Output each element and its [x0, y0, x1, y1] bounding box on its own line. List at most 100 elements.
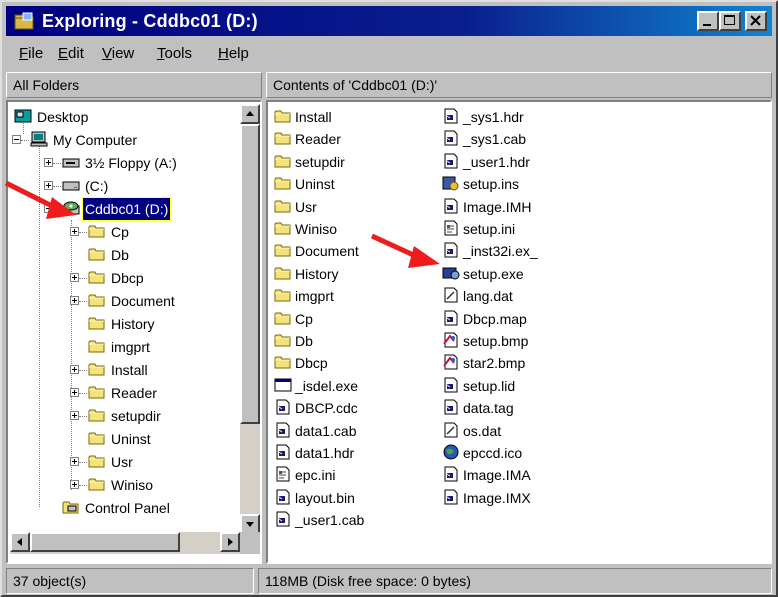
file-item[interactable]: Dbcp.map: [442, 308, 602, 330]
file-item[interactable]: epccd.ico: [442, 442, 602, 464]
file-item[interactable]: imgprt: [274, 285, 434, 307]
file-name: layout.bin: [295, 489, 355, 506]
file-item[interactable]: os.dat: [442, 420, 602, 442]
tree-item[interactable]: Uninst: [8, 428, 236, 450]
tree-item-label: Reader: [111, 385, 157, 401]
expand-plus-icon[interactable]: [70, 227, 79, 236]
file-item[interactable]: layout.bin: [274, 487, 434, 509]
menu-tools[interactable]: Tools: [157, 45, 192, 62]
expand-plus-icon[interactable]: [70, 480, 79, 489]
file-name: data.tag: [463, 400, 514, 417]
close-button[interactable]: [745, 11, 767, 31]
tree-item[interactable]: Reader: [8, 382, 236, 404]
scroll-right-button[interactable]: [220, 532, 240, 552]
file-name: Document: [295, 243, 359, 260]
file-item[interactable]: setup.bmp: [442, 330, 602, 352]
file-item[interactable]: data.tag: [442, 397, 602, 419]
tree-item[interactable]: Desktop: [8, 106, 236, 128]
tree-item[interactable]: Winiso: [8, 474, 236, 496]
tree-item-label: Db: [111, 247, 129, 263]
file-name: setup.ini: [463, 221, 516, 237]
file-item[interactable]: setup.exe: [442, 263, 602, 285]
expand-plus-icon[interactable]: [70, 388, 79, 397]
tree-item[interactable]: 3½ Floppy (A:): [8, 152, 236, 174]
menu-view[interactable]: View: [102, 45, 134, 62]
file-item[interactable]: setup.lid: [442, 375, 602, 397]
scroll-up-button[interactable]: [240, 104, 260, 124]
folder-icon: [88, 453, 106, 469]
tree-item-label: Cp: [111, 224, 129, 240]
folder-icon: [274, 108, 292, 124]
tree-item[interactable]: My Computer: [8, 129, 236, 151]
file-item[interactable]: DBCP.cdc: [274, 397, 434, 419]
file-item[interactable]: Image.IMX: [442, 487, 602, 509]
file-item[interactable]: lang.dat: [442, 285, 602, 307]
file-item[interactable]: _user1.hdr: [442, 151, 602, 173]
tree-item[interactable]: imgprt: [8, 336, 236, 358]
file-icon: [442, 466, 460, 482]
file-item[interactable]: star2.bmp: [442, 352, 602, 374]
file-item[interactable]: _inst32i.ex_: [442, 240, 602, 262]
file-item[interactable]: Cp: [274, 308, 434, 330]
file-item[interactable]: data1.hdr: [274, 442, 434, 464]
tree-item-label: My Computer: [53, 132, 138, 148]
tree-vertical-scrollbar[interactable]: [240, 104, 260, 554]
folder-tree[interactable]: Desktop My Computer 3½ Floppy (A:) (C:) Cddb…: [6, 100, 262, 564]
file-item[interactable]: epc.ini: [274, 464, 434, 486]
file-name: Db: [295, 333, 313, 349]
expand-plus-icon[interactable]: [44, 158, 53, 167]
tree-item[interactable]: Document: [8, 290, 236, 312]
scroll-left-button[interactable]: [10, 532, 30, 552]
file-item[interactable]: _user1.cab: [274, 509, 434, 531]
tree-item[interactable]: Usr: [8, 451, 236, 473]
scroll-down-button[interactable]: [240, 514, 260, 534]
file-name: setupdir: [295, 153, 345, 170]
file-icon: [442, 310, 460, 326]
file-icon: [442, 153, 460, 169]
folder-icon: [88, 407, 106, 423]
file-item[interactable]: Image.IMA: [442, 464, 602, 486]
tree-item[interactable]: setupdir: [8, 405, 236, 427]
file-icon: [274, 489, 292, 505]
contents-list[interactable]: Install Reader setupdir Uninst Usr Winiso Docu…: [266, 100, 772, 564]
file-item[interactable]: Install: [274, 106, 434, 128]
file-item[interactable]: Uninst: [274, 173, 434, 195]
file-item[interactable]: _sys1.hdr: [442, 106, 602, 128]
menu-file[interactable]: File: [19, 45, 43, 62]
file-item[interactable]: setup.ini: [442, 218, 602, 240]
menu-help[interactable]: Help: [218, 45, 249, 62]
tree-horizontal-scrollbar[interactable]: [10, 532, 240, 554]
file-item[interactable]: setupdir: [274, 151, 434, 173]
collapse-minus-icon[interactable]: [12, 135, 21, 144]
tree-item[interactable]: Db: [8, 244, 236, 266]
title-bar[interactable]: Exploring - Cddbc01 (D:): [6, 6, 772, 36]
arrow-down-icon: [246, 522, 254, 527]
tree-item[interactable]: Install: [8, 359, 236, 381]
tree-item[interactable]: Control Panel: [8, 497, 236, 519]
file-item[interactable]: Dbcp: [274, 352, 434, 374]
tree-item[interactable]: Dbcp: [8, 267, 236, 289]
expand-plus-icon[interactable]: [70, 411, 79, 420]
tree-scroll-thumb[interactable]: [240, 124, 260, 424]
file-item[interactable]: _sys1.cab: [442, 128, 602, 150]
maximize-button[interactable]: [719, 11, 741, 31]
menu-bar: File Edit View Tools Help: [6, 40, 772, 68]
tree-item[interactable]: History: [8, 313, 236, 335]
file-item[interactable]: Usr: [274, 196, 434, 218]
file-item[interactable]: Image.IMH: [442, 196, 602, 218]
file-item[interactable]: _isdel.exe: [274, 375, 434, 397]
file-item[interactable]: Db: [274, 330, 434, 352]
folder-icon: [88, 384, 106, 400]
expand-plus-icon[interactable]: [70, 457, 79, 466]
minimize-button[interactable]: [697, 11, 719, 31]
expand-plus-icon[interactable]: [70, 296, 79, 305]
tree-connector-line: [79, 370, 87, 371]
file-name: setup.exe: [463, 265, 524, 282]
file-item[interactable]: Reader: [274, 128, 434, 150]
menu-edit[interactable]: Edit: [58, 45, 84, 62]
expand-plus-icon[interactable]: [70, 365, 79, 374]
tree-hscroll-thumb[interactable]: [30, 532, 180, 552]
file-item[interactable]: data1.cab: [274, 420, 434, 442]
expand-plus-icon[interactable]: [70, 273, 79, 282]
file-item[interactable]: setup.ins: [442, 173, 602, 195]
